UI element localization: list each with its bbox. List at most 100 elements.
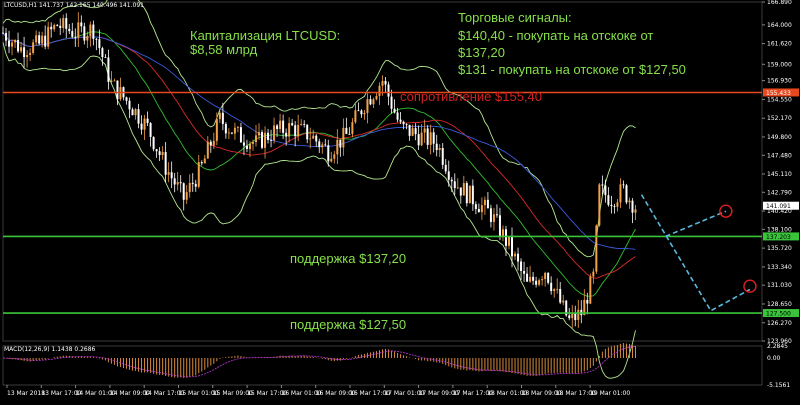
candle-body — [92, 24, 95, 39]
candle-body — [592, 271, 595, 277]
candle-body — [523, 270, 526, 274]
candle-body — [393, 108, 396, 113]
candle-body — [261, 132, 264, 148]
chart-root: 166.890 164.000 161.620 159.000 156.930 154.5… — [0, 0, 800, 400]
candle-body — [209, 141, 212, 146]
candle-body — [182, 183, 185, 200]
candle-body — [230, 132, 233, 134]
candle-body — [345, 127, 348, 134]
candle-body — [8, 40, 11, 47]
candle-body — [29, 52, 32, 55]
candle-body — [360, 110, 363, 115]
candle-body — [402, 121, 405, 125]
candle-body — [288, 123, 291, 137]
candle-body — [285, 132, 288, 137]
candle-body — [2, 32, 4, 34]
signal-2: $131 - покупать на отскоке от $127,50 — [458, 62, 686, 77]
candle-body — [242, 142, 245, 146]
support-low-tag: 127.500 — [766, 311, 791, 318]
candle-body — [348, 133, 351, 135]
candle-body — [315, 135, 318, 142]
candle-body — [462, 183, 465, 196]
candle-body — [44, 35, 47, 47]
resistance-tag: 155.433 — [766, 90, 791, 97]
candle-body — [309, 138, 312, 140]
candle-body — [77, 22, 80, 38]
price-tick-label: 164.000 — [767, 22, 792, 29]
candle-body — [456, 187, 459, 189]
candle-body — [471, 185, 474, 205]
symbol-header: LTCUSD,H1 141.737 142.165 140.496 141.09… — [4, 2, 144, 9]
candle-body — [297, 124, 300, 137]
candle-body — [11, 42, 14, 47]
candle-body — [35, 35, 38, 43]
candle-body — [95, 38, 98, 40]
candle-body — [32, 42, 35, 53]
candle-body — [212, 140, 215, 146]
candle-body — [203, 158, 206, 164]
candle-body — [598, 184, 601, 226]
candle-body — [74, 36, 77, 38]
candle-body — [191, 182, 194, 184]
candle-body — [330, 158, 333, 162]
candle-body — [267, 132, 270, 140]
candle-body — [41, 35, 44, 44]
macd-tick-label: -5.1561 — [767, 382, 790, 389]
candle-body — [312, 135, 315, 139]
candle-body — [149, 123, 152, 137]
candle-body — [185, 192, 188, 200]
candle-body — [486, 199, 489, 209]
candle-body — [616, 202, 619, 207]
candle-body — [152, 136, 155, 150]
candle-body — [468, 185, 471, 204]
price-tick-label: 128.650 — [767, 301, 792, 308]
candle-body — [450, 179, 453, 182]
candle-body — [622, 184, 625, 186]
candle-body — [50, 26, 53, 30]
candle-body — [327, 145, 330, 162]
candle-body — [538, 280, 541, 285]
candle-body — [194, 183, 197, 187]
candle-body — [251, 142, 254, 144]
candle-body — [47, 26, 50, 47]
candle-body — [354, 110, 357, 123]
candle-body — [601, 184, 604, 186]
candle-body — [236, 127, 239, 128]
price-tick-label: 152.170 — [767, 115, 792, 122]
candle-body — [474, 204, 477, 209]
candle-body — [80, 22, 83, 27]
candle-body — [517, 253, 520, 262]
signal-1b: $137,20 — [458, 45, 505, 60]
candle-body — [98, 39, 101, 49]
candle-body — [504, 229, 507, 246]
candle-body — [206, 141, 209, 159]
candle-body — [306, 124, 309, 140]
candle-body — [339, 139, 342, 148]
candle-body — [544, 272, 547, 280]
candle-body — [589, 276, 592, 304]
candle-body — [26, 54, 29, 58]
candle-body — [143, 118, 146, 130]
candle-body — [23, 47, 26, 58]
candle-body — [520, 261, 523, 271]
candle-body — [444, 164, 447, 172]
price-tick-label: 138.100 — [767, 226, 792, 233]
candle-body — [65, 18, 68, 29]
candle-body — [553, 289, 556, 292]
price-tick-label: 161.620 — [767, 41, 792, 48]
candle-body — [38, 35, 41, 44]
candle-body — [408, 124, 411, 136]
candle-body — [465, 183, 468, 204]
candle-body — [270, 139, 273, 141]
candle-body — [110, 80, 113, 82]
candle-body — [294, 125, 297, 137]
candle-body — [420, 132, 423, 146]
candle-body — [387, 84, 390, 97]
candle-body — [435, 143, 438, 151]
candle-body — [489, 208, 492, 222]
candle-body — [514, 253, 517, 257]
price-tick-label: 166.890 — [767, 0, 792, 6]
candle-body — [423, 128, 426, 133]
candle-body — [258, 132, 261, 136]
candle-body — [396, 112, 399, 120]
